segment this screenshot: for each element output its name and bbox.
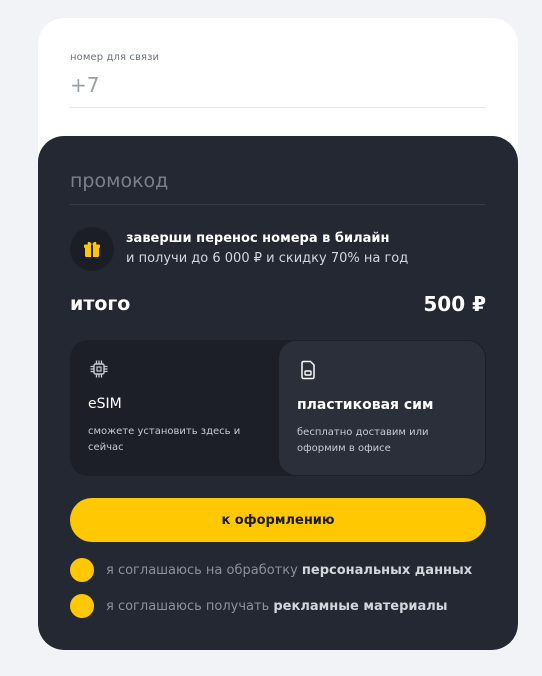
banner-title: заверши перенос номера в билайн [126, 231, 390, 246]
phone-block: номер для связи [70, 52, 486, 108]
phone-input[interactable] [70, 73, 486, 108]
total-row: итого 500 ₽ [70, 292, 486, 316]
consent-text: я соглашаюсь на обработку персональных д… [106, 563, 472, 578]
order-card: номер для связи заверши перенос номера в… [38, 18, 518, 650]
consent-advertising: я соглашаюсь получать рекламные материал… [70, 594, 486, 618]
sim-option-plastic[interactable]: пластиковая сим бесплатно доставим или о… [278, 340, 486, 476]
consent-checkbox[interactable] [70, 558, 94, 582]
consent-label: я соглашаюсь получать [106, 598, 274, 614]
promo-code-input[interactable] [70, 170, 486, 205]
gift-icon [70, 227, 114, 271]
sim-option-title: eSIM [88, 396, 122, 412]
checkout-button[interactable]: к оформлению [70, 498, 486, 542]
chip-icon [90, 360, 108, 378]
checkout-panel: заверши перенос номера в билайн и получи… [38, 136, 518, 650]
sim-option-description: сможете установить здесь и сейчас [88, 426, 241, 453]
phone-label: номер для связи [70, 52, 160, 63]
advertising-materials-link[interactable]: рекламные материалы [273, 599, 447, 614]
banner-subtitle: и получи до 6 000 ₽ и скидку 70% на год [126, 251, 409, 266]
total-label: итого [70, 293, 131, 315]
sim-type-selector: eSIM сможете установить здесь и сейчас п… [70, 340, 486, 476]
consent-label: я соглашаюсь на обработку [106, 562, 302, 578]
sim-option-title: пластиковая сим [297, 397, 434, 413]
transfer-promo-banner: заверши перенос номера в билайн и получи… [70, 226, 486, 272]
banner-text: заверши перенос номера в билайн и получи… [126, 229, 408, 269]
sim-option-description: бесплатно доставим или оформим в офисе [297, 427, 429, 454]
personal-data-link[interactable]: персональных данных [302, 563, 472, 578]
consent-checkbox[interactable] [70, 594, 94, 618]
total-value: 500 ₽ [423, 292, 486, 316]
sim-card-icon [301, 360, 315, 380]
consent-personal-data: я соглашаюсь на обработку персональных д… [70, 558, 486, 582]
sim-option-esim[interactable]: eSIM сможете установить здесь и сейчас [70, 340, 278, 476]
consent-text: я соглашаюсь получать рекламные материал… [106, 599, 448, 614]
